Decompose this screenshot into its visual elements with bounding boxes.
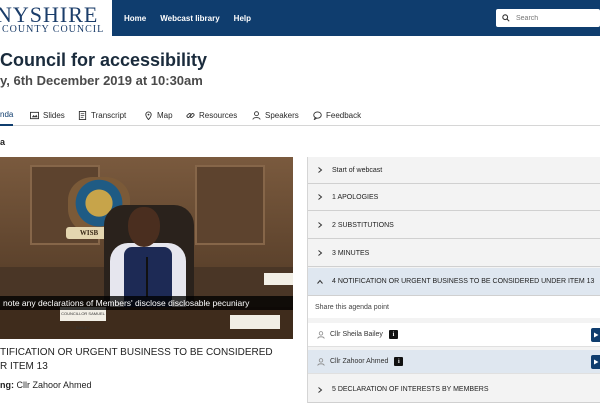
- chevron-right-icon: [317, 194, 327, 200]
- video-speaker-head: [128, 207, 160, 247]
- play-button[interactable]: [591, 328, 600, 342]
- agenda-item-label: 1 APOLOGIES: [332, 193, 379, 201]
- agenda-item-label: 2 SUBSTITUTIONS: [332, 221, 394, 229]
- top-bar: NYSHIRE COUNTY COUNCIL Home Webcast libr…: [0, 0, 600, 36]
- speaker-row-sheila-bailey[interactable]: Cllr Sheila Bailey i: [308, 323, 600, 347]
- tab-feedback-label: Feedback: [326, 110, 362, 120]
- agenda-item-label: 4 NOTIFICATION OR URGENT BUSINESS TO BE …: [332, 278, 595, 285]
- agenda-item-minutes[interactable]: 3 MINUTES: [308, 240, 600, 267]
- search-box[interactable]: [496, 9, 600, 27]
- main-nav: Home Webcast library Help: [124, 0, 251, 36]
- tab-resources[interactable]: Resources: [186, 104, 237, 126]
- logo-text-line2: COUNTY COUNCIL: [2, 24, 105, 35]
- person-icon: [317, 330, 325, 339]
- tab-transcript[interactable]: Transcript: [78, 104, 126, 126]
- person-icon: [252, 110, 261, 120]
- agenda-item-start[interactable]: Start of webcast: [308, 157, 600, 184]
- map-pin-icon: [145, 111, 152, 120]
- video-wall-panel: [195, 165, 265, 245]
- tab-speakers[interactable]: Speakers: [252, 104, 299, 126]
- info-icon[interactable]: i: [394, 357, 404, 366]
- tab-slides-label: Slides: [43, 110, 65, 120]
- play-icon: [594, 359, 599, 365]
- search-icon: [502, 14, 510, 22]
- chevron-right-icon: [317, 222, 327, 228]
- tab-bar: nda Slides Transcript Map Resources Spea…: [0, 104, 600, 126]
- chevron-right-icon: [317, 250, 327, 256]
- play-icon: [594, 332, 599, 338]
- tab-feedback[interactable]: Feedback: [313, 104, 361, 126]
- agenda-item-substitutions[interactable]: 2 SUBSTITUTIONS: [308, 212, 600, 239]
- current-agenda-title-line1: TIFICATION OR URGENT BUSINESS TO BE CONS…: [0, 347, 273, 358]
- slides-icon: [30, 111, 39, 119]
- speaker-row-zahoor-ahmed[interactable]: Cllr Zahoor Ahmed i: [308, 350, 600, 374]
- meeting-title: Council for accessibility: [0, 50, 208, 70]
- play-button[interactable]: [591, 355, 600, 369]
- nav-home[interactable]: Home: [124, 14, 146, 23]
- agenda-item-label: Start of webcast: [332, 166, 383, 174]
- person-icon: [317, 357, 325, 366]
- chevron-up-icon: [317, 279, 327, 285]
- current-agenda-title-line2: R ITEM 13: [0, 361, 48, 372]
- agenda-item-apologies[interactable]: 1 APOLOGIES: [308, 184, 600, 211]
- current-speaker-prefix: ng:: [0, 380, 14, 390]
- speaker-name: Cllr Zahoor Ahmed: [330, 358, 389, 365]
- video-microphone: [146, 257, 148, 297]
- chevron-right-icon: [317, 386, 327, 393]
- agenda-item-notification[interactable]: 4 NOTIFICATION OR URGENT BUSINESS TO BE …: [308, 268, 600, 296]
- link-icon: [186, 112, 195, 118]
- meeting-date: y, 6th December 2019 at 10:30am: [0, 73, 203, 88]
- current-agenda-title: TIFICATION OR URGENT BUSINESS TO BE CONS…: [0, 346, 273, 374]
- section-heading: a: [0, 137, 6, 147]
- tab-slides[interactable]: Slides: [30, 104, 65, 126]
- speech-bubble-icon: [313, 110, 322, 120]
- speaker-name: Cllr Sheila Bailey: [330, 331, 383, 338]
- agenda-item-declarations[interactable]: 5 DECLARATION OF INTERESTS BY MEMBERS: [308, 377, 600, 403]
- tab-agenda[interactable]: nda: [0, 104, 14, 126]
- current-speaker: ng: Cllr Zahoor Ahmed: [0, 380, 92, 390]
- tab-resources-label: Resources: [199, 110, 238, 120]
- tab-transcript-label: Transcript: [91, 110, 127, 120]
- council-logo[interactable]: NYSHIRE COUNTY COUNCIL: [0, 0, 112, 36]
- agenda-list: Start of webcast 1 APOLOGIES 2 SUBSTITUT…: [307, 157, 600, 403]
- search-input[interactable]: [516, 14, 596, 22]
- info-icon[interactable]: i: [388, 330, 398, 339]
- video-name-sign: [230, 315, 280, 329]
- nav-webcast-library[interactable]: Webcast library: [160, 14, 219, 23]
- tab-agenda-label: nda: [0, 109, 14, 119]
- tab-speakers-label: Speakers: [265, 110, 299, 120]
- video-subtitle: note any declarations of Members' disclo…: [0, 296, 293, 310]
- chevron-right-icon: [317, 167, 327, 173]
- tab-map-label: Map: [157, 110, 173, 120]
- current-speaker-name: Cllr Zahoor Ahmed: [16, 380, 92, 390]
- agenda-item-label: 3 MINUTES: [332, 249, 370, 257]
- agenda-item-label: 5 DECLARATION OF INTERESTS BY MEMBERS: [332, 386, 489, 393]
- document-icon: [78, 110, 87, 120]
- video-name-sign: [264, 273, 293, 285]
- video-player[interactable]: WISB COUNCILLOR SAMUEL BAILEY note any d…: [0, 157, 293, 339]
- nav-help[interactable]: Help: [234, 14, 251, 23]
- tab-map[interactable]: Map: [144, 104, 173, 126]
- share-agenda-point[interactable]: Share this agenda point: [308, 296, 600, 318]
